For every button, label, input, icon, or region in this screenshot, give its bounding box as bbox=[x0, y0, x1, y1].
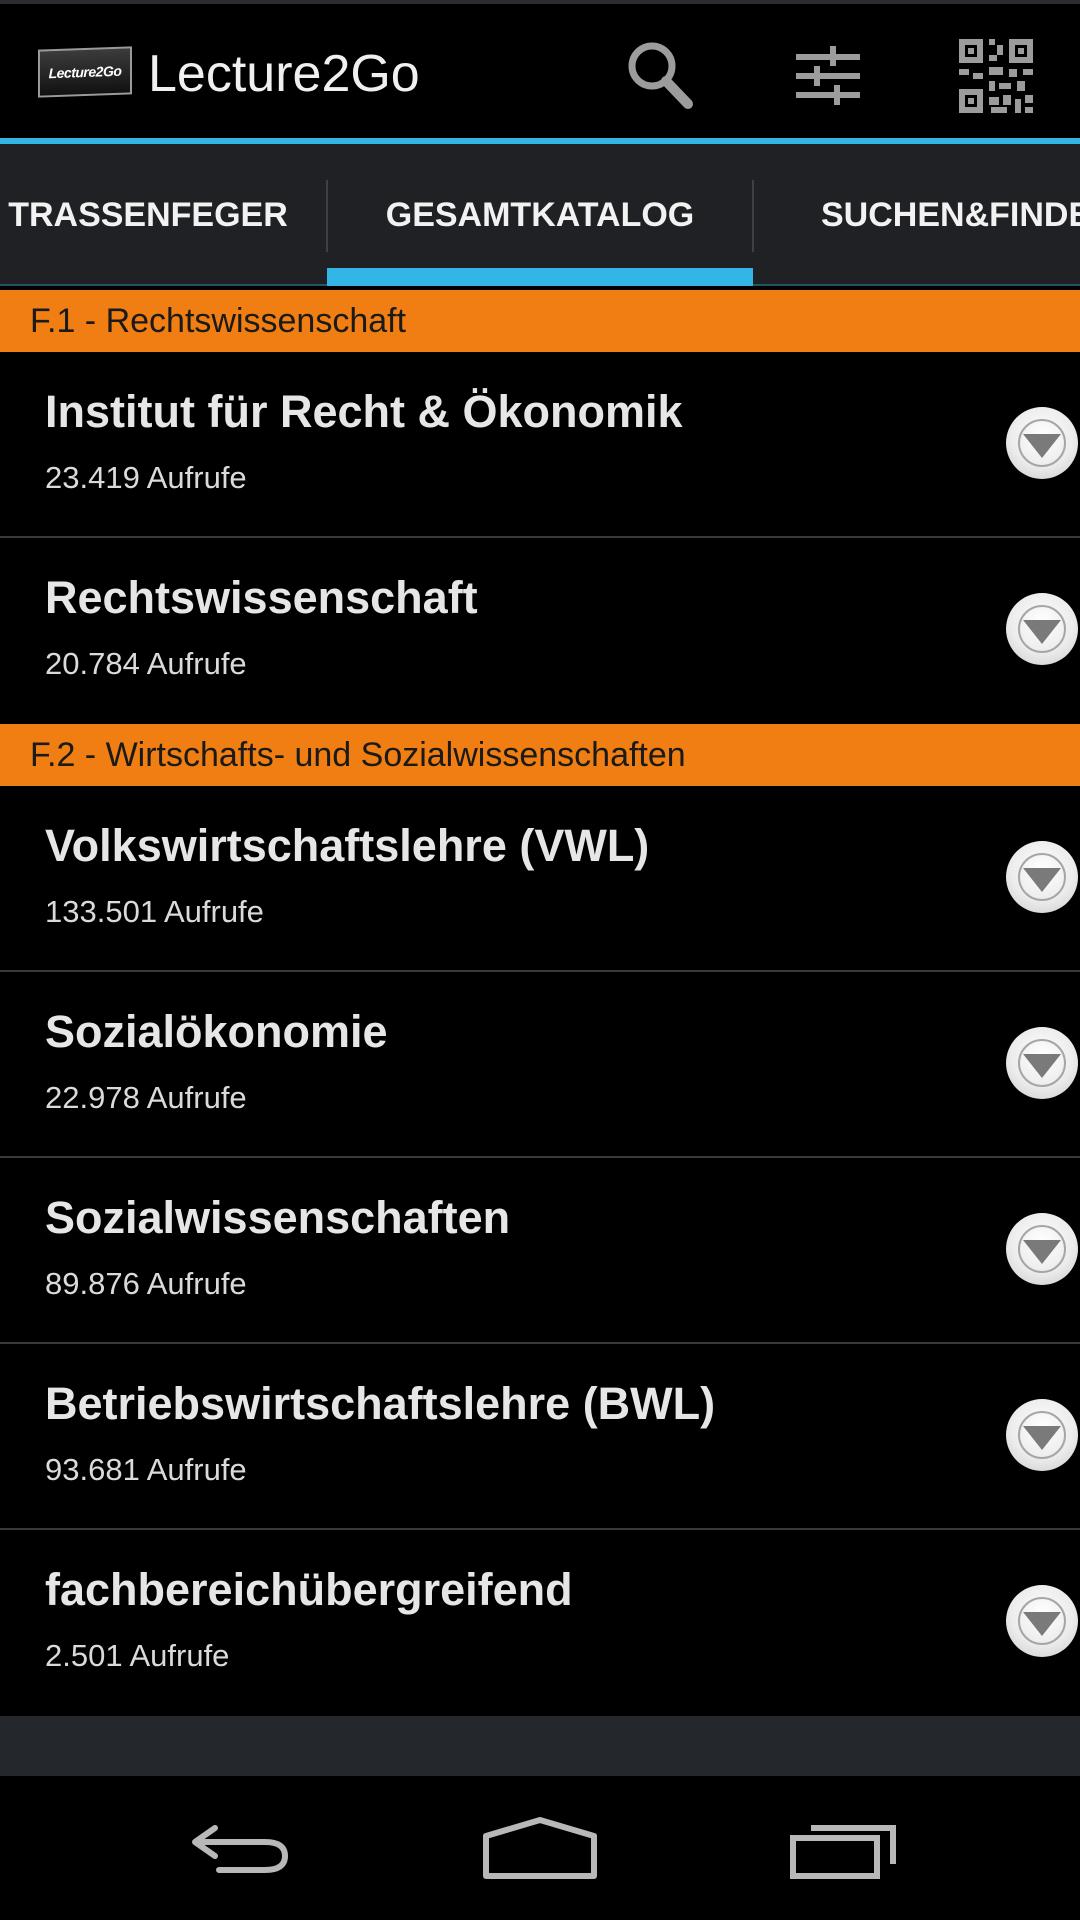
chevron-down-icon bbox=[1023, 1054, 1061, 1078]
list-item-views: 22.978 Aufrufe bbox=[45, 1080, 247, 1115]
expand-button[interactable] bbox=[1006, 841, 1078, 913]
expand-button[interactable] bbox=[1006, 1213, 1078, 1285]
search-button[interactable] bbox=[618, 34, 702, 118]
tab-trassenfeger[interactable]: TRASSENFEGER bbox=[0, 144, 326, 286]
section-header-label: F.1 - Rechtswissenschaft bbox=[30, 301, 407, 340]
tab-selected-indicator bbox=[327, 268, 753, 286]
app-logo-text: Lecture2Go bbox=[48, 62, 122, 82]
list-item-title: Sozialökonomie bbox=[45, 1006, 388, 1057]
list-item-title: Rechtswissenschaft bbox=[45, 572, 478, 623]
list-item[interactable]: Betriebswirtschaftslehre (BWL) 93.681 Au… bbox=[0, 1344, 1080, 1530]
expand-button[interactable] bbox=[1006, 593, 1078, 665]
settings-sliders-icon bbox=[796, 46, 860, 105]
list-item-views: 89.876 Aufrufe bbox=[45, 1266, 247, 1301]
section-header-label: F.2 - Wirtschafts- und Sozialwissenschaf… bbox=[30, 735, 686, 774]
chevron-down-icon bbox=[1023, 1240, 1061, 1264]
back-button[interactable] bbox=[170, 1808, 310, 1888]
list-item-views: 2.501 Aufrufe bbox=[45, 1638, 230, 1673]
qr-code-icon bbox=[959, 39, 1033, 113]
search-icon bbox=[628, 42, 693, 109]
expand-button[interactable] bbox=[1006, 1399, 1078, 1471]
list-footer bbox=[0, 1716, 1080, 1776]
section-header: F.2 - Wirtschafts- und Sozialwissenschaf… bbox=[0, 724, 1080, 786]
chevron-down-icon bbox=[1023, 1612, 1061, 1636]
list-item-title: fachbereichübergreifend bbox=[45, 1564, 573, 1615]
list-item[interactable]: fachbereichübergreifend 2.501 Aufrufe bbox=[0, 1530, 1080, 1716]
list-item-title: Sozialwissenschaften bbox=[45, 1192, 511, 1243]
tab-suchen-finden[interactable]: SUCHEN&FINDE bbox=[754, 144, 1080, 286]
list-item[interactable]: Institut für Recht & Ökonomik 23.419 Auf… bbox=[0, 352, 1080, 538]
list-item-views: 20.784 Aufrufe bbox=[45, 646, 247, 681]
list-item-views: 23.419 Aufrufe bbox=[45, 460, 247, 495]
expand-button[interactable] bbox=[1006, 1585, 1078, 1657]
list-item-title: Volkswirtschaftslehre (VWL) bbox=[45, 820, 650, 871]
list-item-title: Betriebswirtschaftslehre (BWL) bbox=[45, 1378, 716, 1429]
action-bar: Lecture2Go Lecture2Go bbox=[0, 4, 1080, 140]
home-icon bbox=[483, 1817, 597, 1879]
list-item[interactable]: Sozialökonomie 22.978 Aufrufe bbox=[0, 972, 1080, 1158]
recent-apps-icon bbox=[790, 1825, 896, 1879]
list-item-views: 133.501 Aufrufe bbox=[45, 894, 264, 929]
recent-apps-button[interactable] bbox=[774, 1808, 914, 1888]
chevron-down-icon bbox=[1023, 868, 1061, 892]
tab-gesamtkatalog[interactable]: GESAMTKATALOG bbox=[327, 144, 753, 286]
list-item[interactable]: Sozialwissenschaften 89.876 Aufrufe bbox=[0, 1158, 1080, 1344]
list-item-views: 93.681 Aufrufe bbox=[45, 1452, 247, 1487]
chevron-down-icon bbox=[1023, 620, 1061, 644]
system-nav-bar bbox=[0, 1776, 1080, 1920]
chevron-down-icon bbox=[1023, 434, 1061, 458]
qr-scan-button[interactable] bbox=[954, 34, 1038, 118]
chevron-down-icon bbox=[1023, 1426, 1061, 1450]
expand-button[interactable] bbox=[1006, 407, 1078, 479]
list-item[interactable]: Volkswirtschaftslehre (VWL) 133.501 Aufr… bbox=[0, 786, 1080, 972]
home-button[interactable] bbox=[470, 1808, 610, 1888]
settings-button[interactable] bbox=[786, 34, 870, 118]
list-item-title: Institut für Recht & Ökonomik bbox=[45, 386, 683, 437]
app-title: Lecture2Go bbox=[148, 45, 420, 103]
section-header: F.1 - Rechtswissenschaft bbox=[0, 290, 1080, 352]
expand-button[interactable] bbox=[1006, 1027, 1078, 1099]
back-icon bbox=[192, 1825, 289, 1873]
tab-bar: TRASSENFEGER GESAMTKATALOG SUCHEN&FINDE bbox=[0, 144, 1080, 286]
catalog-list[interactable]: F.1 - Rechtswissenschaft Institut für Re… bbox=[0, 286, 1080, 1716]
list-item[interactable]: Rechtswissenschaft 20.784 Aufrufe bbox=[0, 538, 1080, 724]
app-logo: Lecture2Go bbox=[38, 46, 132, 98]
